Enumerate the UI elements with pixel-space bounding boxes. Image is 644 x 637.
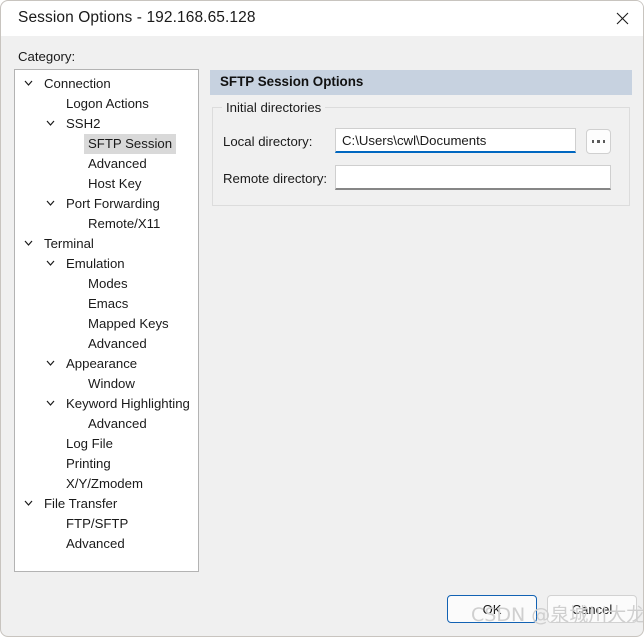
window-title: Session Options - 192.168.65.128 [18,9,256,26]
chevron-down-icon[interactable] [46,394,58,414]
chevron-down-icon[interactable] [24,74,36,94]
tree-item-advanced[interactable]: Advanced [15,534,198,554]
tree-item-terminal[interactable]: Terminal [15,234,198,254]
tree-item-label: Modes [88,276,128,291]
tree-item-label: Logon Actions [66,96,149,111]
ellipsis-icon [591,140,595,143]
tree-item-mapped-keys[interactable]: Mapped Keys [15,314,198,334]
tree-item-label: Advanced [88,156,147,171]
tree-item-advanced[interactable]: Advanced [15,334,198,354]
tree-item-sftp-session[interactable]: SFTP Session [15,134,198,154]
tree-item-label: Port Forwarding [66,196,160,211]
ellipsis-icon [602,140,606,143]
pane-header-title: SFTP Session Options [220,74,364,89]
remote-directory-input[interactable] [335,165,611,190]
tree-item-label: Keyword Highlighting [66,396,190,411]
chevron-down-icon[interactable] [24,234,36,254]
ok-button-label: OK [482,601,502,617]
tree-item-emacs[interactable]: Emacs [15,294,198,314]
tree-item-advanced[interactable]: Advanced [15,154,198,174]
tree-item-label: Connection [44,76,111,91]
tree-item-emulation[interactable]: Emulation [15,254,198,274]
category-tree[interactable]: Connection Logon Actions SSH2 SFTP Session A… [14,69,199,572]
chevron-down-icon[interactable] [46,254,58,274]
tree-item-log-file[interactable]: Log File [15,434,198,454]
ok-button[interactable]: OK [447,595,537,623]
tree-item-label: Remote/X11 [88,216,161,231]
tree-item-label: Mapped Keys [88,316,169,331]
chevron-down-icon[interactable] [24,494,36,514]
tree-item-label: X/Y/Zmodem [66,476,143,491]
tree-item-printing[interactable]: Printing [15,454,198,474]
tree-item-label: SFTP Session [84,134,177,154]
tree-item-file-transfer[interactable]: File Transfer [15,494,198,514]
tree-item-ssh2[interactable]: SSH2 [15,114,198,134]
chevron-down-icon[interactable] [46,114,58,134]
session-options-dialog: Session Options - 192.168.65.128 Categor… [0,0,644,637]
tree-item-host-key[interactable]: Host Key [15,174,198,194]
tree-item-label: Advanced [88,416,147,431]
tree-item-ftp-sftp[interactable]: FTP/SFTP [15,514,198,534]
tree-item-advanced[interactable]: Advanced [15,414,198,434]
tree-item-label: File Transfer [44,496,118,511]
tree-item-label: Emacs [88,296,129,311]
category-label: Category: [18,49,76,64]
tree-item-x-y-zmodem[interactable]: X/Y/Zmodem [15,474,198,494]
initial-directories-group [212,107,630,206]
remote-directory-label: Remote directory: [223,171,328,186]
tree-item-label: Window [88,376,135,391]
chevron-down-icon[interactable] [46,194,58,214]
tree-item-label: Appearance [66,356,138,371]
tree-item-remote-x11[interactable]: Remote/X11 [15,214,198,234]
tree-item-label: Printing [66,456,111,471]
tree-item-modes[interactable]: Modes [15,274,198,294]
tree-item-label: Emulation [66,256,125,271]
cancel-button[interactable]: Cancel [547,595,637,623]
browse-local-directory-button[interactable] [586,129,611,154]
title-bar: Session Options - 192.168.65.128 [1,1,643,36]
pane-header: SFTP Session Options [210,70,632,95]
tree-item-label: Host Key [88,176,142,191]
tree-item-label: Advanced [88,336,147,351]
tree-item-port-forwarding[interactable]: Port Forwarding [15,194,198,214]
tree-item-label: Log File [66,436,113,451]
tree-item-connection[interactable]: Connection [15,74,198,94]
tree-item-label: Terminal [44,236,94,251]
ellipsis-icon [597,140,600,143]
chevron-down-icon[interactable] [46,354,58,374]
tree-item-window[interactable]: Window [15,374,198,394]
tree-item-appearance[interactable]: Appearance [15,354,198,374]
local-directory-input[interactable] [335,128,576,153]
tree-item-keyword-highlighting[interactable]: Keyword Highlighting [15,394,198,414]
tree-item-label: Advanced [66,536,125,551]
tree-item-logon-actions[interactable]: Logon Actions [15,94,198,114]
cancel-button-label: Cancel [571,601,613,617]
tree-item-label: FTP/SFTP [66,516,129,531]
tree-item-label: SSH2 [66,116,101,131]
close-icon[interactable] [599,1,643,35]
local-directory-label: Local directory: [223,134,313,149]
initial-directories-legend: Initial directories [222,100,326,115]
